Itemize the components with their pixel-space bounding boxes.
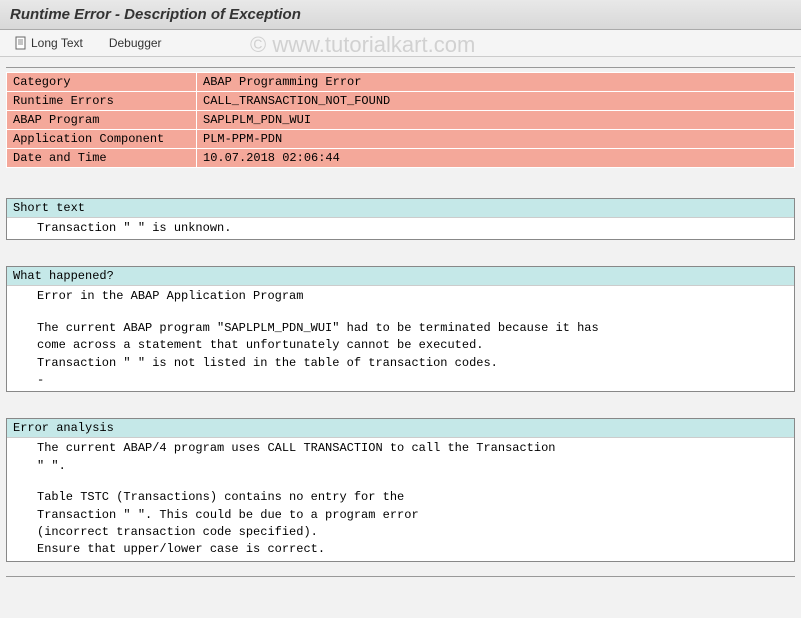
toolbar: Long Text Debugger bbox=[0, 30, 801, 57]
info-row: Date and Time10.07.2018 02:06:44 bbox=[7, 149, 795, 168]
what-happened-box: What happened? Error in the ABAP Applica… bbox=[6, 266, 795, 392]
debugger-label: Debugger bbox=[109, 36, 162, 50]
error-info-table: CategoryABAP Programming ErrorRuntime Er… bbox=[6, 72, 795, 168]
text-line: come across a statement that unfortunate… bbox=[7, 337, 794, 354]
info-label: Date and Time bbox=[7, 149, 197, 168]
info-label: Category bbox=[7, 73, 197, 92]
separator bbox=[6, 67, 795, 68]
page-title: Runtime Error - Description of Exception bbox=[10, 6, 301, 23]
info-value: PLM-PPM-PDN bbox=[197, 130, 795, 149]
long-text-button[interactable]: Long Text bbox=[10, 34, 87, 52]
short-text-header: Short text bbox=[7, 199, 794, 218]
info-label: Application Component bbox=[7, 130, 197, 149]
info-label: ABAP Program bbox=[7, 111, 197, 130]
info-row: ABAP ProgramSAPLPLM_PDN_WUI bbox=[7, 111, 795, 130]
text-line: Error in the ABAP Application Program bbox=[7, 288, 794, 305]
bottom-separator bbox=[6, 576, 795, 577]
long-text-label: Long Text bbox=[31, 36, 83, 50]
debugger-button[interactable]: Debugger bbox=[105, 34, 166, 52]
text-line: " ". bbox=[7, 458, 794, 475]
text-line: Transaction " " is unknown. bbox=[7, 220, 794, 237]
what-happened-header: What happened? bbox=[7, 267, 794, 286]
text-line: (incorrect transaction code specified). bbox=[7, 524, 794, 541]
text-line: The current ABAP program "SAPLPLM_PDN_WU… bbox=[7, 320, 794, 337]
info-row: Application ComponentPLM-PPM-PDN bbox=[7, 130, 795, 149]
short-text-box: Short text Transaction " " is unknown. bbox=[6, 198, 795, 240]
info-label: Runtime Errors bbox=[7, 92, 197, 111]
text-line: - bbox=[7, 372, 794, 389]
text-line: Ensure that upper/lower case is correct. bbox=[7, 541, 794, 558]
short-text-body: Transaction " " is unknown. bbox=[7, 218, 794, 239]
info-value: CALL_TRANSACTION_NOT_FOUND bbox=[197, 92, 795, 111]
text-line bbox=[7, 306, 794, 320]
error-analysis-body: The current ABAP/4 program uses CALL TRA… bbox=[7, 438, 794, 560]
info-row: CategoryABAP Programming Error bbox=[7, 73, 795, 92]
info-value: 10.07.2018 02:06:44 bbox=[197, 149, 795, 168]
text-line: Transaction " " is not listed in the tab… bbox=[7, 355, 794, 372]
content-area: CategoryABAP Programming ErrorRuntime Er… bbox=[0, 57, 801, 587]
error-analysis-box: Error analysis The current ABAP/4 progra… bbox=[6, 418, 795, 561]
what-happened-body: Error in the ABAP Application Program The… bbox=[7, 286, 794, 391]
title-bar: Runtime Error - Description of Exception bbox=[0, 0, 801, 30]
info-value: SAPLPLM_PDN_WUI bbox=[197, 111, 795, 130]
text-line: The current ABAP/4 program uses CALL TRA… bbox=[7, 440, 794, 457]
error-analysis-header: Error analysis bbox=[7, 419, 794, 438]
text-line: Transaction " ". This could be due to a … bbox=[7, 507, 794, 524]
info-value: ABAP Programming Error bbox=[197, 73, 795, 92]
text-line bbox=[7, 475, 794, 489]
info-row: Runtime ErrorsCALL_TRANSACTION_NOT_FOUND bbox=[7, 92, 795, 111]
text-line: Table TSTC (Transactions) contains no en… bbox=[7, 489, 794, 506]
document-icon bbox=[14, 36, 28, 50]
